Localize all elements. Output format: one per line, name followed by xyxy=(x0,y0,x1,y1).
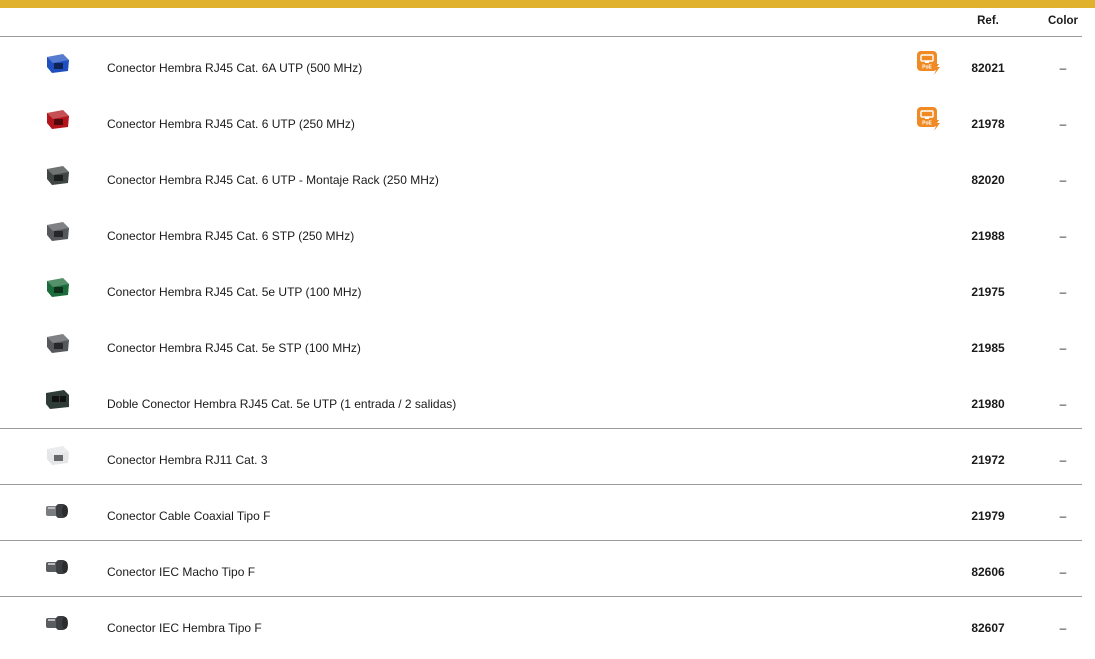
product-ref: 21985 xyxy=(971,341,1005,355)
table-row: Conector IEC Macho Tipo F 82606 – xyxy=(0,541,1095,597)
product-description: Conector Hembra RJ45 Cat. 6A UTP (500 MH… xyxy=(107,61,363,75)
white-rj11-jack-icon xyxy=(44,443,70,467)
table-row: Conector Hembra RJ45 Cat. 6 UTP - Montaj… xyxy=(0,149,1095,205)
table-row: Conector Cable Coaxial Tipo F 21979 – xyxy=(0,485,1095,541)
product-ref: 21975 xyxy=(971,285,1005,299)
table-row: Conector Hembra RJ45 Cat. 5e STP (100 MH… xyxy=(0,317,1095,373)
green-rj45-jack-icon xyxy=(44,275,70,299)
product-color: – xyxy=(1059,509,1067,523)
product-ref: 21988 xyxy=(971,229,1005,243)
svg-text:PoE: PoE xyxy=(922,65,932,71)
product-description: Conector Hembra RJ45 Cat. 6 STP (250 MHz… xyxy=(107,229,355,243)
product-ref: 21978 xyxy=(971,117,1005,131)
product-description: Conector IEC Macho Tipo F xyxy=(107,565,256,579)
product-description: Conector IEC Hembra Tipo F xyxy=(107,621,262,635)
product-color: – xyxy=(1059,61,1067,75)
table-row: Doble Conector Hembra RJ45 Cat. 5e UTP (… xyxy=(0,373,1095,429)
top-accent-bar xyxy=(0,0,1095,8)
table-row: Conector Hembra RJ45 Cat. 6 STP (250 MHz… xyxy=(0,205,1095,261)
column-header-color: Color xyxy=(1047,15,1079,27)
product-description: Conector Hembra RJ11 Cat. 3 xyxy=(107,453,268,467)
poe-icon: PoE xyxy=(917,107,941,131)
dark-grey-rj45-jack-icon xyxy=(44,163,70,187)
product-color: – xyxy=(1059,285,1067,299)
double-rj45-jack-icon xyxy=(44,387,70,411)
product-color: – xyxy=(1059,397,1067,411)
product-description: Conector Hembra RJ45 Cat. 5e STP (100 MH… xyxy=(107,341,361,355)
product-color: – xyxy=(1059,453,1067,467)
product-color: – xyxy=(1059,621,1067,635)
grey-shielded-rj45-jack-icon xyxy=(44,219,70,243)
product-ref: 21979 xyxy=(971,509,1005,523)
table-row: Conector Hembra RJ45 Cat. 5e UTP (100 MH… xyxy=(0,261,1095,317)
product-table: Conector Hembra RJ45 Cat. 6A UTP (500 MH… xyxy=(0,37,1095,653)
product-ref: 82606 xyxy=(971,565,1005,579)
blue-rj45-jack-icon xyxy=(44,51,70,75)
product-color: – xyxy=(1059,117,1067,131)
product-ref: 21972 xyxy=(971,453,1005,467)
product-color: – xyxy=(1059,229,1067,243)
poe-icon: PoE xyxy=(917,51,941,75)
svg-text:PoE: PoE xyxy=(922,121,932,127)
table-row: Conector Hembra RJ11 Cat. 3 21972 – xyxy=(0,429,1095,485)
product-ref: 21980 xyxy=(971,397,1005,411)
product-color: – xyxy=(1059,341,1067,355)
product-color: – xyxy=(1059,565,1067,579)
table-row: Conector Hembra RJ45 Cat. 6 UTP (250 MHz… xyxy=(0,93,1095,149)
product-description: Doble Conector Hembra RJ45 Cat. 5e UTP (… xyxy=(107,397,457,411)
product-ref: 82607 xyxy=(971,621,1005,635)
table-row: Conector Hembra RJ45 Cat. 6A UTP (500 MH… xyxy=(0,37,1095,93)
product-description: Conector Hembra RJ45 Cat. 5e UTP (100 MH… xyxy=(107,285,362,299)
iec-female-connector-icon xyxy=(44,611,70,635)
coaxial-f-connector-icon xyxy=(44,499,70,523)
table-row: Conector IEC Hembra Tipo F 82607 – xyxy=(0,597,1095,653)
product-description: Conector Hembra RJ45 Cat. 6 UTP (250 MHz… xyxy=(107,117,355,131)
product-ref: 82020 xyxy=(971,173,1005,187)
iec-male-connector-icon xyxy=(44,555,70,579)
product-description: Conector Hembra RJ45 Cat. 6 UTP - Montaj… xyxy=(107,173,439,187)
product-ref: 82021 xyxy=(971,61,1005,75)
red-rj45-jack-icon xyxy=(44,107,70,131)
product-color: – xyxy=(1059,173,1067,187)
grey-shielded-rj45-jack-icon xyxy=(44,331,70,355)
column-header-ref: Ref. xyxy=(977,15,999,27)
product-description: Conector Cable Coaxial Tipo F xyxy=(107,509,271,523)
